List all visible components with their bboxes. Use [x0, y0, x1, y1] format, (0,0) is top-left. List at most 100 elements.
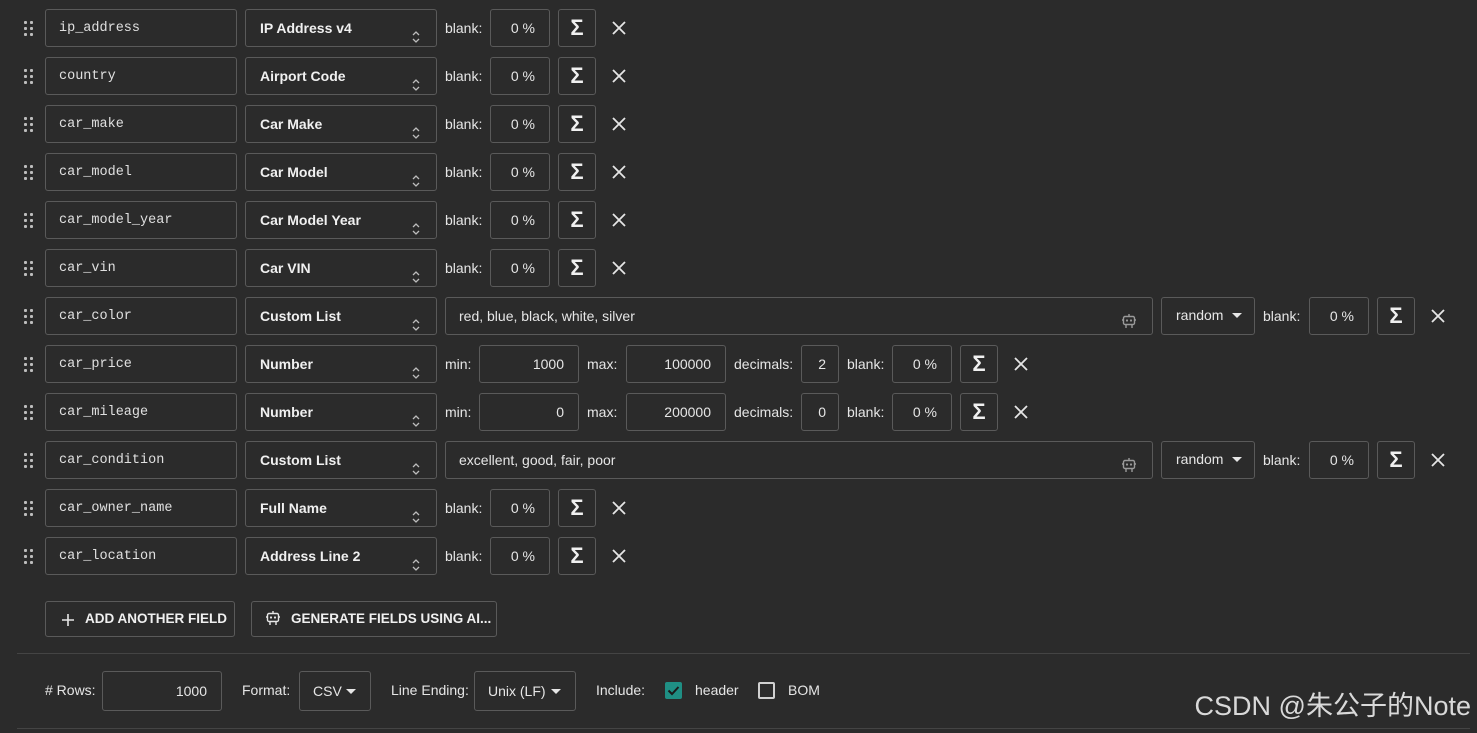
- close-icon[interactable]: [1013, 404, 1029, 420]
- rows-input[interactable]: 1000: [102, 671, 222, 711]
- field-name-input[interactable]: car_owner_name: [45, 489, 237, 527]
- drag-handle-icon[interactable]: [24, 357, 34, 373]
- close-icon[interactable]: [611, 116, 627, 132]
- field-type-select[interactable]: Full Name: [245, 489, 437, 527]
- drag-handle-icon[interactable]: [24, 501, 34, 517]
- blank-percent-input[interactable]: 0 %: [490, 537, 550, 575]
- drag-handle-icon[interactable]: [24, 549, 34, 565]
- drag-handle-icon[interactable]: [24, 117, 34, 133]
- max-input[interactable]: 200000: [626, 393, 726, 431]
- close-icon[interactable]: [611, 68, 627, 84]
- format-select[interactable]: CSV: [299, 671, 371, 711]
- blank-percent-input[interactable]: 0 %: [1309, 297, 1369, 335]
- robot-icon[interactable]: [1120, 307, 1138, 328]
- blank-percent-input[interactable]: 0 %: [490, 105, 550, 143]
- generate-fields-ai-button[interactable]: GENERATE FIELDS USING AI...: [251, 601, 497, 637]
- close-icon[interactable]: [1430, 452, 1446, 468]
- custom-list-values-input[interactable]: red, blue, black, white, silver: [445, 297, 1153, 335]
- field-type-select[interactable]: Car Make: [245, 105, 437, 143]
- field-type-select[interactable]: Number: [245, 345, 437, 383]
- drag-handle-icon[interactable]: [24, 165, 34, 181]
- field-name-input[interactable]: car_model: [45, 153, 237, 191]
- robot-icon[interactable]: [1120, 451, 1138, 472]
- field-type-select[interactable]: Airport Code: [245, 57, 437, 95]
- field-type-value: Car VIN: [260, 260, 311, 276]
- field-name-input[interactable]: car_vin: [45, 249, 237, 287]
- footer-divider: [17, 653, 1470, 654]
- line-ending-select[interactable]: Unix (LF): [474, 671, 576, 711]
- header-checkbox[interactable]: [665, 682, 682, 699]
- sigma-formula-button[interactable]: Σ: [558, 537, 596, 575]
- field-type-select[interactable]: Custom List: [245, 297, 437, 335]
- close-icon[interactable]: [611, 164, 627, 180]
- blank-percent-input[interactable]: 0 %: [490, 9, 550, 47]
- field-type-select[interactable]: Custom List: [245, 441, 437, 479]
- field-type-select[interactable]: Address Line 2: [245, 537, 437, 575]
- field-type-value: Car Model Year: [260, 212, 361, 228]
- blank-label: blank:: [847, 356, 885, 372]
- field-type-select[interactable]: Number: [245, 393, 437, 431]
- field-name-input[interactable]: ip_address: [45, 9, 237, 47]
- field-type-select[interactable]: Car VIN: [245, 249, 437, 287]
- decimals-input[interactable]: 0: [801, 393, 839, 431]
- field-type-select[interactable]: IP Address v4: [245, 9, 437, 47]
- field-name-input[interactable]: car_location: [45, 537, 237, 575]
- field-name-input[interactable]: car_model_year: [45, 201, 237, 239]
- close-icon[interactable]: [1013, 356, 1029, 372]
- sigma-formula-button[interactable]: Σ: [1377, 441, 1415, 479]
- sigma-formula-button[interactable]: Σ: [558, 249, 596, 287]
- field-type-value: Address Line 2: [260, 548, 361, 564]
- custom-list-values-input[interactable]: excellent, good, fair, poor: [445, 441, 1153, 479]
- field-type-select[interactable]: Car Model: [245, 153, 437, 191]
- close-icon[interactable]: [611, 500, 627, 516]
- sigma-formula-button[interactable]: Σ: [558, 57, 596, 95]
- drag-handle-icon[interactable]: [24, 309, 34, 325]
- sigma-formula-button[interactable]: Σ: [960, 393, 998, 431]
- sigma-formula-button[interactable]: Σ: [558, 153, 596, 191]
- min-input[interactable]: 0: [479, 393, 579, 431]
- field-name-input[interactable]: country: [45, 57, 237, 95]
- add-another-field-button[interactable]: ADD ANOTHER FIELD: [45, 601, 235, 637]
- field-name-input[interactable]: car_make: [45, 105, 237, 143]
- field-name-input[interactable]: car_color: [45, 297, 237, 335]
- blank-percent-input[interactable]: 0 %: [1309, 441, 1369, 479]
- field-name-input[interactable]: car_condition: [45, 441, 237, 479]
- sigma-formula-button[interactable]: Σ: [558, 105, 596, 143]
- close-icon[interactable]: [611, 20, 627, 36]
- blank-percent-input[interactable]: 0 %: [892, 393, 952, 431]
- field-name-input[interactable]: car_mileage: [45, 393, 237, 431]
- drag-handle-icon[interactable]: [24, 453, 34, 469]
- field-row: car_condition Custom List excellent, good,…: [0, 441, 1477, 481]
- drag-handle-icon[interactable]: [24, 213, 34, 229]
- drag-handle-icon[interactable]: [24, 21, 34, 37]
- field-name-input[interactable]: car_price: [45, 345, 237, 383]
- max-input[interactable]: 100000: [626, 345, 726, 383]
- close-icon[interactable]: [611, 260, 627, 276]
- drag-handle-icon[interactable]: [24, 261, 34, 277]
- sigma-formula-button[interactable]: Σ: [1377, 297, 1415, 335]
- list-order-select[interactable]: random: [1161, 297, 1255, 335]
- blank-percent-input[interactable]: 0 %: [490, 153, 550, 191]
- blank-percent-input[interactable]: 0 %: [490, 489, 550, 527]
- custom-list-values: excellent, good, fair, poor: [459, 452, 616, 468]
- close-icon[interactable]: [611, 212, 627, 228]
- drag-handle-icon[interactable]: [24, 69, 34, 85]
- decimals-input[interactable]: 2: [801, 345, 839, 383]
- blank-percent-input[interactable]: 0 %: [892, 345, 952, 383]
- drag-handle-icon[interactable]: [24, 405, 34, 421]
- close-icon[interactable]: [611, 548, 627, 564]
- list-order-select[interactable]: random: [1161, 441, 1255, 479]
- min-input[interactable]: 1000: [479, 345, 579, 383]
- blank-percent-input[interactable]: 0 %: [490, 57, 550, 95]
- bom-checkbox[interactable]: [758, 682, 775, 699]
- blank-percent-input[interactable]: 0 %: [490, 201, 550, 239]
- line-ending-label: Line Ending:: [391, 682, 469, 698]
- custom-list-values: red, blue, black, white, silver: [459, 308, 635, 324]
- sigma-formula-button[interactable]: Σ: [960, 345, 998, 383]
- sigma-formula-button[interactable]: Σ: [558, 489, 596, 527]
- close-icon[interactable]: [1430, 308, 1446, 324]
- field-type-select[interactable]: Car Model Year: [245, 201, 437, 239]
- sigma-formula-button[interactable]: Σ: [558, 9, 596, 47]
- blank-percent-input[interactable]: 0 %: [490, 249, 550, 287]
- sigma-formula-button[interactable]: Σ: [558, 201, 596, 239]
